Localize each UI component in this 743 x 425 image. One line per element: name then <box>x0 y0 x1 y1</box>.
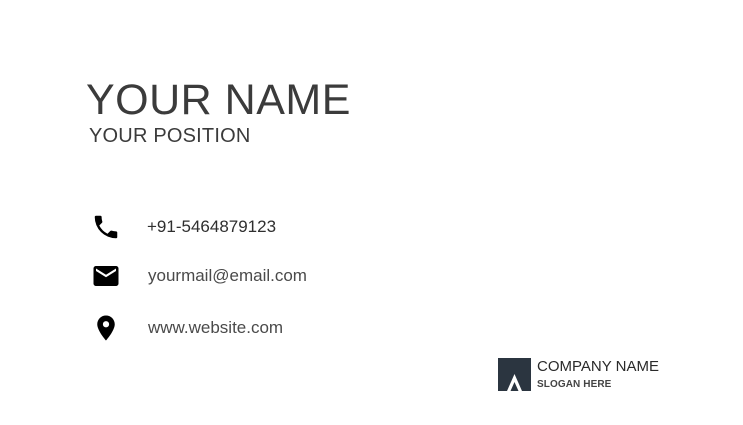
company-name: COMPANY NAME <box>537 358 659 375</box>
company-block: COMPANY NAME SLOGAN HERE <box>498 358 659 391</box>
contact-row-website: www.website.com <box>90 313 283 343</box>
contact-row-email: yourmail@email.com <box>90 261 307 291</box>
contact-row-phone: +91-5464879123 <box>90 212 276 242</box>
email-address: yourmail@email.com <box>148 266 307 285</box>
company-slogan: SLOGAN HERE <box>537 379 612 390</box>
phone-number: +91-5464879123 <box>147 217 277 236</box>
phone-icon <box>90 212 122 242</box>
location-pin-icon <box>90 313 122 343</box>
company-logo-icon <box>498 358 531 391</box>
company-text: COMPANY NAME SLOGAN HERE <box>537 358 659 391</box>
email-icon <box>90 261 122 291</box>
person-name: YOUR NAME <box>86 76 351 124</box>
person-position: YOUR POSITION <box>89 125 251 147</box>
website-url: www.website.com <box>148 318 284 337</box>
business-card: YOUR NAME YOUR POSITION +91-5464879123 y… <box>0 0 743 425</box>
